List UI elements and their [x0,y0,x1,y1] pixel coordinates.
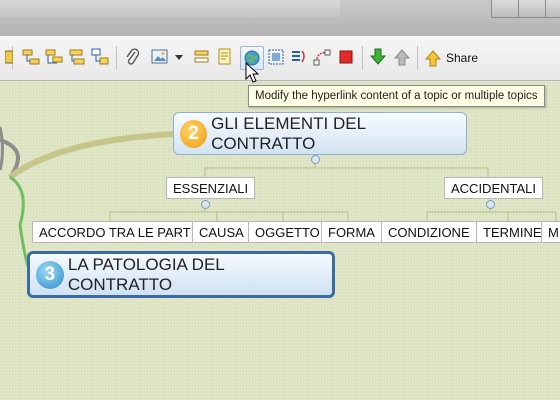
subtopic[interactable]: TERMINE [476,221,549,243]
subtopic-label: CONDIZIONE [388,224,470,240]
tooltip: Modify the hyperlink content of a topic … [248,85,545,107]
selected-topic-label: LA PATOLOGIA DEL CONTRATTO [67,254,225,294]
topic-number-badge: 3 [36,260,64,289]
topic-number-badge: 2 [180,119,208,148]
subtopic-label: OGGETTO [255,224,320,240]
branch-topic-label: ACCIDENTALI [451,180,536,196]
subtopic[interactable]: OGGETTO [248,221,327,243]
main-topic-label: GLI ELEMENTI DEL CONTRATTO [211,113,366,153]
subtopic-label: FORMA [328,224,375,240]
collapse-toggle[interactable] [201,200,210,209]
mouse-cursor-icon [245,62,259,83]
connector-lines [0,126,557,273]
subtopic-label: M [548,224,559,240]
branch-topic[interactable]: ESSENZIALI [166,177,256,199]
subtopic-label: CAUSA [199,224,244,240]
branch-topic[interactable]: ACCIDENTALI [444,177,543,199]
subtopic[interactable]: M [541,221,560,243]
subtopic[interactable]: FORMA [321,221,382,243]
branch-topic-label: ESSENZIALI [173,180,249,196]
subtopic-label: TERMINE [483,224,542,240]
subtopic[interactable]: ACCORDO TRA LE PARTI [32,221,202,243]
tooltip-text: Modify the hyperlink content of a topic … [255,90,538,102]
subtopic-label: ACCORDO TRA LE PARTI [39,224,195,240]
collapse-toggle[interactable] [486,200,495,209]
collapse-toggle[interactable] [311,155,320,164]
selected-topic[interactable]: 3 LA PATOLOGIA DEL CONTRATTO [27,251,335,298]
subtopic[interactable]: CAUSA [192,221,251,243]
main-topic[interactable]: 2 GLI ELEMENTI DEL CONTRATTO [173,112,467,155]
subtopic[interactable]: CONDIZIONE [381,221,477,243]
